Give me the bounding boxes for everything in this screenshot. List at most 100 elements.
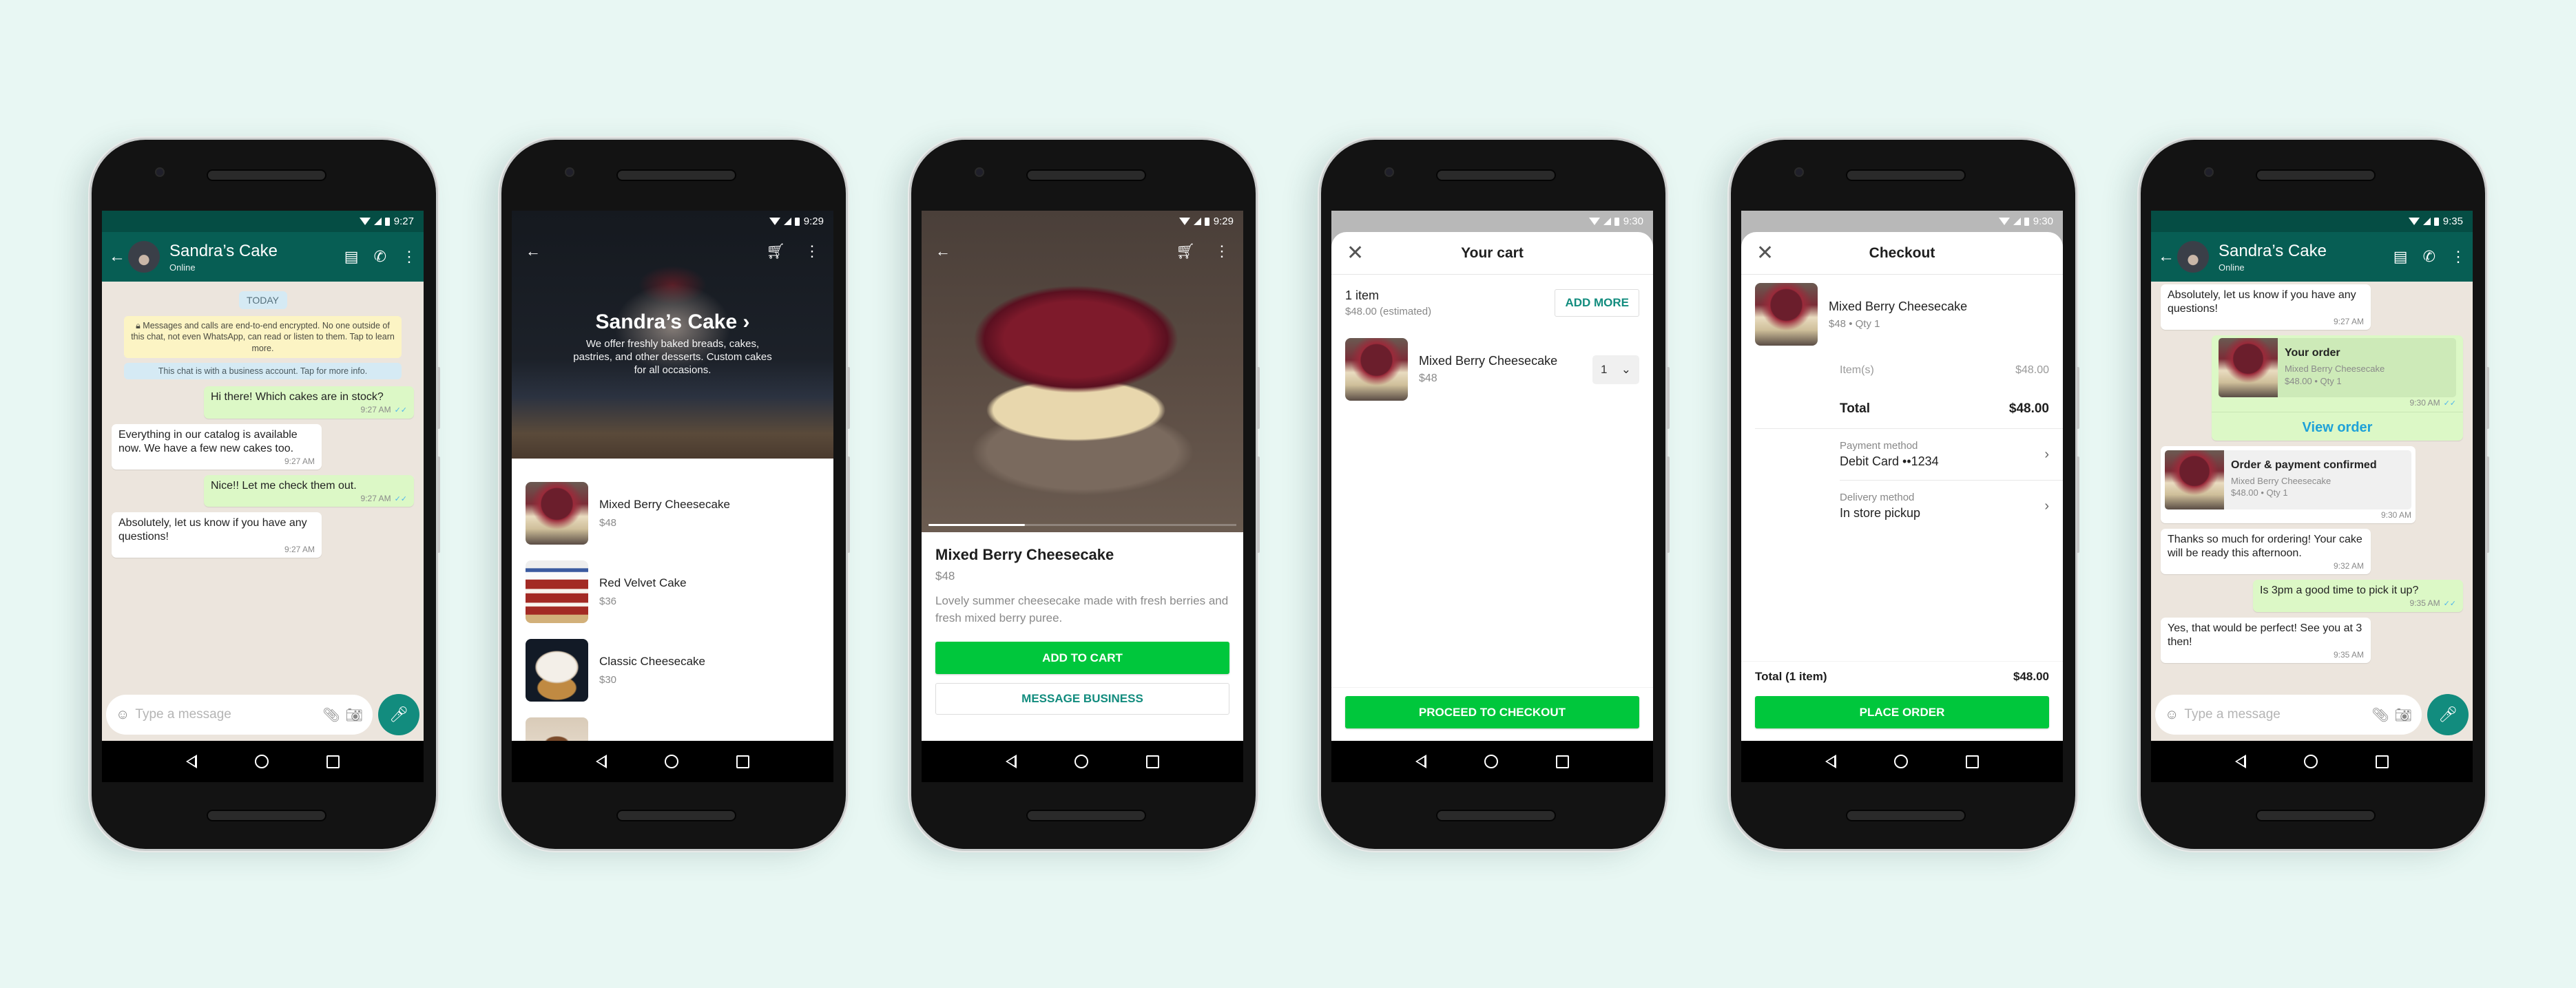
- nav-recents-icon[interactable]: [2376, 755, 2389, 768]
- catalog-toolbar: ← 🛒︎ ⋮: [512, 232, 833, 271]
- add-call-icon[interactable]: ✆: [2423, 248, 2435, 266]
- nav-recents-icon[interactable]: [1556, 755, 1569, 768]
- nav-home-icon[interactable]: [1484, 755, 1498, 768]
- nav-recents-icon[interactable]: [736, 755, 749, 768]
- quantity-dropdown[interactable]: 1 ⌄: [1592, 355, 1639, 384]
- catalog-item[interactable]: Classic Cheesecake $30: [526, 631, 820, 709]
- message-time: 9:27 AM: [284, 456, 315, 466]
- delivery-method-value: In store pickup: [1840, 506, 1921, 520]
- nav-home-icon[interactable]: [1894, 755, 1908, 768]
- emoji-icon[interactable]: ☺: [116, 707, 129, 723]
- confirmation-card[interactable]: Order & payment confirmed Mixed Berry Ch…: [2165, 450, 2411, 509]
- message-bubble: Hi there! Which cakes are in stock? 9:27…: [204, 386, 414, 419]
- more-vert-icon[interactable]: ⋮: [1214, 242, 1229, 260]
- catalog-list: Mixed Berry Cheesecake $48 Red Velvet Cak…: [512, 459, 833, 780]
- message-business-button[interactable]: MESSAGE BUSINESS: [935, 683, 1229, 715]
- mic-button[interactable]: 🎤︎: [2427, 694, 2469, 735]
- contact-info[interactable]: Sandra’s Cake Online: [169, 242, 329, 273]
- bottom-speaker: [207, 810, 326, 821]
- android-nav-bar: [2151, 741, 2473, 782]
- business-profile: Sandra’s Cake › We offer freshly baked b…: [512, 311, 833, 377]
- order-confirmation-message: Order & payment confirmed Mixed Berry Ch…: [2161, 445, 2416, 523]
- message-time: 9:30 AM: [2380, 509, 2411, 520]
- nav-back-icon[interactable]: [1006, 755, 1017, 768]
- business-name-link[interactable]: Sandra’s Cake ›: [512, 311, 833, 334]
- avatar[interactable]: [2177, 241, 2209, 273]
- add-to-cart-button[interactable]: ADD TO CART: [935, 642, 1229, 675]
- nav-recents-icon[interactable]: [1146, 755, 1159, 768]
- catalog-item[interactable]: Mixed Berry Cheesecake $48: [526, 474, 820, 552]
- nav-back-icon[interactable]: [1415, 755, 1426, 768]
- nav-home-icon[interactable]: [1074, 755, 1088, 768]
- product-price-qty: $48 • Qty 1: [1829, 317, 1880, 330]
- cart-item-count: 1 item: [1345, 288, 1380, 302]
- status-bar: 9:29: [512, 211, 833, 232]
- back-arrow-icon[interactable]: ←: [526, 242, 541, 260]
- encryption-notice[interactable]: 🔒︎ Messages and calls are end-to-end enc…: [124, 316, 402, 358]
- message-text: Absolutely, let us know if you have any …: [118, 517, 307, 543]
- nav-back-icon[interactable]: [596, 755, 607, 768]
- chat-area: Absolutely, let us know if you have any …: [2151, 282, 2473, 741]
- nav-recents-icon[interactable]: [1966, 755, 1979, 768]
- more-vert-icon[interactable]: ⋮: [804, 242, 820, 260]
- earpiece: [2256, 169, 2376, 181]
- payment-method-row[interactable]: Payment method Debit Card ••1234 ›: [1741, 429, 2063, 480]
- earpiece: [207, 169, 326, 181]
- nav-back-icon[interactable]: [2235, 755, 2246, 768]
- camera-icon[interactable]: 📷︎: [346, 706, 363, 724]
- nav-back-icon[interactable]: [1825, 755, 1836, 768]
- place-order-button[interactable]: PLACE ORDER: [1755, 696, 2049, 728]
- avatar[interactable]: [128, 241, 160, 273]
- view-order-button[interactable]: View order: [2212, 411, 2463, 441]
- proceed-to-checkout-button[interactable]: PROCEED TO CHECKOUT: [1345, 696, 1639, 728]
- power-button: [2077, 456, 2079, 553]
- message-input[interactable]: ☺ Type a message 📎︎ 📷︎: [106, 695, 373, 735]
- message-text: Is 3pm a good time to pick it up?: [2260, 584, 2419, 596]
- more-vert-icon[interactable]: ⋮: [402, 248, 417, 266]
- nav-home-icon[interactable]: [2304, 755, 2318, 768]
- add-call-icon[interactable]: ✆: [374, 248, 386, 266]
- delivery-method-label: Delivery method: [1840, 492, 1915, 503]
- confirmation-detail: $48.00 • Qty 1: [2231, 487, 2288, 498]
- business-notice[interactable]: This chat is with a business account. Ta…: [124, 362, 402, 379]
- input-placeholder: Type a message: [135, 707, 231, 722]
- attach-icon[interactable]: 📎︎: [2371, 706, 2389, 724]
- product-toolbar: ← 🛒︎ ⋮: [922, 232, 1243, 271]
- catalog-item[interactable]: Red Velvet Cake $36: [526, 552, 820, 631]
- close-icon[interactable]: ✕: [1756, 241, 1774, 265]
- nav-home-icon[interactable]: [665, 755, 678, 768]
- emoji-icon[interactable]: ☺: [2165, 707, 2179, 723]
- message-input[interactable]: ☺ Type a message 📎︎ 📷︎: [2155, 695, 2422, 735]
- back-arrow-icon[interactable]: ←: [935, 242, 951, 260]
- attach-icon[interactable]: 📎︎: [322, 706, 340, 724]
- order-card[interactable]: Your order Mixed Berry Cheesecake $48.00…: [2219, 338, 2456, 397]
- nav-recents-icon[interactable]: [326, 755, 340, 768]
- nav-back-icon[interactable]: [186, 755, 197, 768]
- nav-home-icon[interactable]: [255, 755, 269, 768]
- items-row: Item(s) $48.00: [1840, 351, 2049, 390]
- cart-icon[interactable]: 🛒︎: [1176, 242, 1195, 260]
- double-check-icon: ✓✓: [394, 494, 407, 503]
- volume-button: [2077, 367, 2079, 429]
- back-arrow-icon[interactable]: ←: [2158, 247, 2174, 266]
- product-thumbnail: [526, 638, 588, 702]
- mic-button[interactable]: 🎤︎: [378, 694, 419, 735]
- chat-screen: 9:35 ← Sandra’s Cake Online ▤ ✆ ⋮ Absolu…: [2151, 211, 2473, 782]
- product-price: $36: [599, 595, 617, 607]
- cart-icon[interactable]: 🛒︎: [766, 242, 785, 260]
- storefront-icon[interactable]: ▤: [2393, 248, 2408, 266]
- contact-info[interactable]: Sandra’s Cake Online: [2219, 242, 2378, 273]
- more-vert-icon[interactable]: ⋮: [2451, 248, 2466, 266]
- storefront-icon[interactable]: ▤: [344, 248, 359, 266]
- status-time: 9:30: [2033, 216, 2053, 227]
- add-more-button[interactable]: ADD MORE: [1555, 289, 1639, 317]
- delivery-method-row[interactable]: Delivery method In store pickup ›: [1741, 481, 2063, 532]
- message-time: 9:35 AM: [2409, 598, 2440, 608]
- battery-icon: [794, 217, 800, 226]
- contact-name: Sandra’s Cake: [2219, 241, 2327, 260]
- status-bar: 9:30: [1331, 211, 1653, 232]
- close-icon[interactable]: ✕: [1347, 241, 1364, 265]
- bottom-speaker: [1846, 810, 1966, 821]
- camera-icon[interactable]: 📷︎: [2395, 706, 2412, 724]
- back-arrow-icon[interactable]: ←: [109, 247, 125, 266]
